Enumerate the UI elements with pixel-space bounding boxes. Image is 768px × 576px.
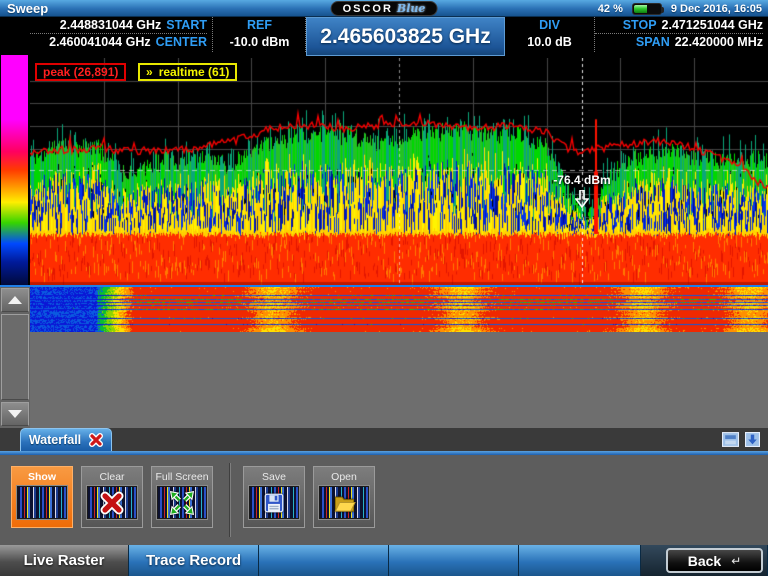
nav-live-raster[interactable]: Live Raster xyxy=(0,545,129,576)
scroll-up-button[interactable] xyxy=(1,288,29,312)
spectrum-display[interactable] xyxy=(30,58,768,285)
nav-live-raster-label: Live Raster xyxy=(24,552,105,569)
start-readout: 2.448831044 GHz START xyxy=(30,17,207,34)
div-cell[interactable]: DIV 10.0 dB xyxy=(505,17,595,52)
waterfall-display[interactable] xyxy=(30,287,768,332)
logo-text-primary: OSCOR xyxy=(343,3,393,15)
enter-arrow-icon: ↵ xyxy=(731,554,741,568)
trace-legend-peak[interactable]: peak (26,891) xyxy=(35,63,126,81)
div-label: DIV xyxy=(539,17,560,34)
center-value: 2.460041044 GHz xyxy=(49,34,150,51)
waterfall-pane xyxy=(0,285,768,428)
center-label: CENTER xyxy=(156,34,207,51)
nav-trace-record-label: Trace Record xyxy=(146,552,241,569)
marker-frequency-display[interactable]: 2.465603825 GHz xyxy=(306,17,505,56)
div-label-row: DIV xyxy=(505,17,594,34)
nav-empty-2[interactable] xyxy=(389,545,519,576)
marker-arrow-icon xyxy=(575,190,589,213)
show-button[interactable]: Show xyxy=(11,466,73,528)
open-folder-icon xyxy=(319,486,369,519)
div-value-row: 10.0 dB xyxy=(505,34,594,51)
chevrons-icon: » xyxy=(146,65,153,79)
mode-title: Sweep xyxy=(0,1,48,16)
datetime: 9 Dec 2016, 16:05 xyxy=(671,3,762,15)
span-label: SPAN xyxy=(636,34,670,51)
arrow-up-icon xyxy=(8,296,22,304)
span-value: 22.420000 MHz xyxy=(675,34,763,51)
full-screen-icon xyxy=(157,486,207,519)
stop-span-cell[interactable]: STOP 2.471251044 GHz SPAN 22.420000 MHz xyxy=(595,17,763,52)
amplitude-colorbar xyxy=(1,55,28,285)
back-button-label: Back xyxy=(688,553,721,569)
bottom-nav-bar: Live Raster Trace Record xyxy=(0,545,768,576)
dock-down-icon[interactable] xyxy=(745,432,760,447)
stop-label: STOP xyxy=(623,17,657,34)
center-readout: 2.460041044 GHz CENTER xyxy=(30,34,207,51)
start-value: 2.448831044 GHz xyxy=(60,17,161,34)
open-button[interactable]: Open xyxy=(313,466,375,528)
nav-empty-1[interactable] xyxy=(259,545,389,576)
readout-row: 2.448831044 GHz START 2.460041044 GHz CE… xyxy=(0,17,768,52)
clear-button[interactable]: Clear xyxy=(81,466,143,528)
ref-value: -10.0 dBm xyxy=(230,34,290,51)
clear-button-label: Clear xyxy=(99,470,124,484)
scrollbar-thumb[interactable] xyxy=(1,314,29,400)
oscor-screen: Sweep OSCOR Blue 42 % 9 Dec 2016, 16:05 … xyxy=(0,0,768,576)
oscor-blue-logo: OSCOR Blue xyxy=(331,1,438,16)
tab-waterfall[interactable]: Waterfall xyxy=(20,428,112,451)
tab-close-icon[interactable] xyxy=(89,433,103,447)
back-button[interactable]: Back ↵ xyxy=(666,548,763,573)
save-floppy-icon xyxy=(249,486,299,519)
start-label: START xyxy=(166,17,207,34)
battery-tip xyxy=(661,7,664,13)
full-screen-button[interactable]: Full Screen xyxy=(151,466,213,528)
battery-icon xyxy=(632,3,662,15)
status-area: 42 % 9 Dec 2016, 16:05 xyxy=(598,0,762,17)
ref-label-row: REF xyxy=(214,17,305,34)
start-center-cell[interactable]: 2.448831044 GHz START 2.460041044 GHz CE… xyxy=(30,17,213,52)
save-button-label: Save xyxy=(262,470,286,484)
nav-empty-3[interactable] xyxy=(519,545,641,576)
save-button[interactable]: Save xyxy=(243,466,305,528)
peak-trace-label: peak (26,891) xyxy=(43,65,118,79)
span-readout: SPAN 22.420000 MHz xyxy=(595,34,763,51)
restore-panel-icon[interactable] xyxy=(722,432,739,447)
waterfall-control-panel: Show Clear Full Screen Save xyxy=(0,455,768,545)
marker-amplitude-label: -76.4 dBm xyxy=(542,173,622,187)
panel-window-controls xyxy=(722,432,760,447)
waterfall-scrollbar[interactable] xyxy=(0,287,30,428)
ref-value-row: -10.0 dBm xyxy=(214,34,305,51)
tool-tab-bar: Waterfall xyxy=(0,428,768,451)
div-value: 10.0 dB xyxy=(527,34,571,51)
button-group-separator xyxy=(229,463,230,537)
trace-legend-realtime[interactable]: » realtime (61) xyxy=(138,63,237,81)
stop-value: 2.471251044 GHz xyxy=(662,17,763,34)
arrow-down-icon xyxy=(8,410,22,418)
battery-percent: 42 % xyxy=(598,3,623,15)
show-button-label: Show xyxy=(28,470,56,484)
title-bar: Sweep OSCOR Blue 42 % 9 Dec 2016, 16:05 xyxy=(0,0,768,17)
full-screen-button-label: Full Screen xyxy=(155,470,208,484)
battery-fill xyxy=(634,5,647,13)
stop-readout: STOP 2.471251044 GHz xyxy=(595,17,763,34)
nav-trace-record[interactable]: Trace Record xyxy=(129,545,259,576)
tab-waterfall-label: Waterfall xyxy=(29,433,81,447)
spectrum-pane: peak (26,891) » realtime (61) -76.4 dBm xyxy=(0,52,768,287)
logo-text-secondary: Blue xyxy=(397,2,425,15)
waterfall-thumbnail-icon xyxy=(17,486,67,519)
scroll-down-button[interactable] xyxy=(1,402,29,426)
open-button-label: Open xyxy=(331,470,357,484)
clear-waterfall-icon xyxy=(87,486,137,519)
realtime-trace-label: realtime (61) xyxy=(159,65,230,79)
ref-cell[interactable]: REF -10.0 dBm xyxy=(214,17,306,52)
ref-label: REF xyxy=(247,17,272,34)
